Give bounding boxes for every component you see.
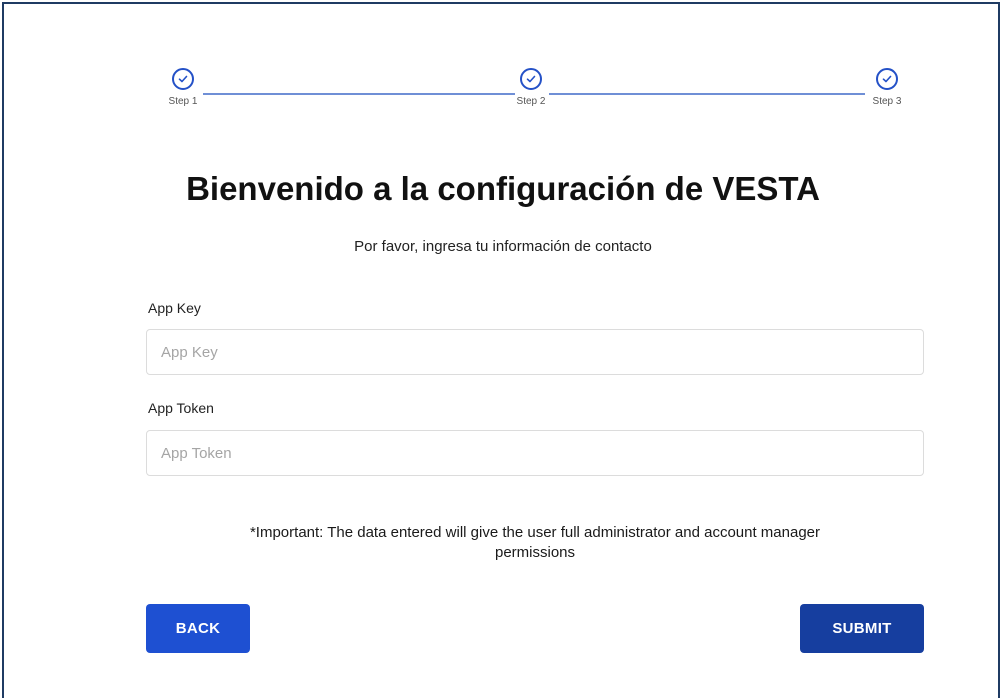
check-circle-icon	[520, 68, 542, 90]
stepper: Step 1 Step 2 Step 3	[165, 68, 909, 128]
app-token-label: App Token	[148, 400, 214, 416]
step-1: Step 1	[153, 68, 213, 107]
page-subtitle: Por favor, ingresa tu información de con…	[354, 238, 652, 255]
notice-line-1: *Important: The data entered will give t…	[249, 524, 821, 541]
step-label: Step 3	[872, 96, 902, 107]
step-connector-2	[549, 93, 865, 95]
step-label: Step 2	[516, 96, 546, 107]
step-label: Step 1	[168, 96, 198, 107]
app-key-input[interactable]	[146, 329, 924, 375]
important-notice: *Important: The data entered will give t…	[150, 523, 920, 563]
page-title: Bienvenido a la configuración de VESTA	[186, 170, 820, 207]
step-2: Step 2	[501, 68, 561, 107]
check-circle-icon	[876, 68, 898, 90]
notice-line-2: permissions	[494, 544, 576, 561]
app-key-label: App Key	[148, 300, 201, 316]
submit-button[interactable]: SUBMIT	[800, 604, 924, 653]
step-connector-1	[203, 93, 515, 95]
check-circle-icon	[172, 68, 194, 90]
step-3: Step 3	[857, 68, 917, 107]
app-token-input[interactable]	[146, 430, 924, 476]
back-button[interactable]: BACK	[146, 604, 250, 653]
